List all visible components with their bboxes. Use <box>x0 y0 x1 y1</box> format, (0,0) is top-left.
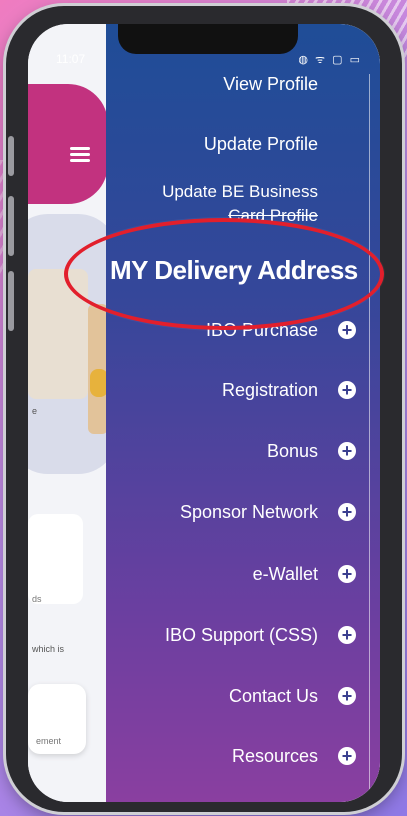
status-time: 11:07 <box>56 52 86 66</box>
hamburger-menu-icon[interactable] <box>70 144 90 165</box>
phone-side-button <box>8 136 14 176</box>
status-icons: ◍ ᯤ ▢ ▭ <box>298 54 362 66</box>
drawer-item-update-profile[interactable]: Update Profile <box>204 134 318 155</box>
phone-volume-button <box>8 196 14 256</box>
card-text: e <box>32 406 38 416</box>
drawer-item-sponsor-network[interactable]: Sponsor Network <box>180 502 318 523</box>
drawer-item-e-wallet[interactable]: e-Wallet <box>253 564 318 585</box>
drawer-item-registration[interactable]: Registration <box>222 380 318 401</box>
camera-notch <box>118 24 298 54</box>
navigation-drawer: View Profile Update Profile Update BE Bu… <box>106 24 380 802</box>
drawer-item-view-profile[interactable]: View Profile <box>223 74 318 95</box>
drawer-item-update-be-business[interactable]: Update BE Business <box>162 182 318 202</box>
phone-volume-button-2 <box>8 271 14 331</box>
plus-icon[interactable]: + <box>338 687 356 705</box>
plus-icon[interactable]: + <box>338 747 356 765</box>
hero-banner <box>28 84 108 204</box>
plus-icon[interactable]: + <box>338 442 356 460</box>
drawer-item-ibo-support[interactable]: IBO Support (CSS) <box>165 625 318 646</box>
card-text-2: ds <box>32 594 42 604</box>
drawer-item-contact-us[interactable]: Contact Us <box>229 686 318 707</box>
drawer-item-resources[interactable]: Resources <box>232 746 318 767</box>
card-text-3: which is <box>32 644 65 654</box>
drawer-item-my-delivery-address[interactable]: MY Delivery Address <box>110 255 358 286</box>
phone-screen: e ds which is ement View Profile Update … <box>28 24 380 802</box>
plus-icon[interactable]: + <box>338 321 356 339</box>
plus-icon[interactable]: + <box>338 626 356 644</box>
drawer-item-bonus[interactable]: Bonus <box>267 441 318 462</box>
plus-icon[interactable]: + <box>338 381 356 399</box>
plus-icon[interactable]: + <box>338 503 356 521</box>
drawer-divider <box>369 74 370 794</box>
card-text-4: ement <box>36 736 62 746</box>
plus-icon[interactable]: + <box>338 565 356 583</box>
phone-frame: e ds which is ement View Profile Update … <box>6 6 402 812</box>
info-card <box>28 514 83 604</box>
